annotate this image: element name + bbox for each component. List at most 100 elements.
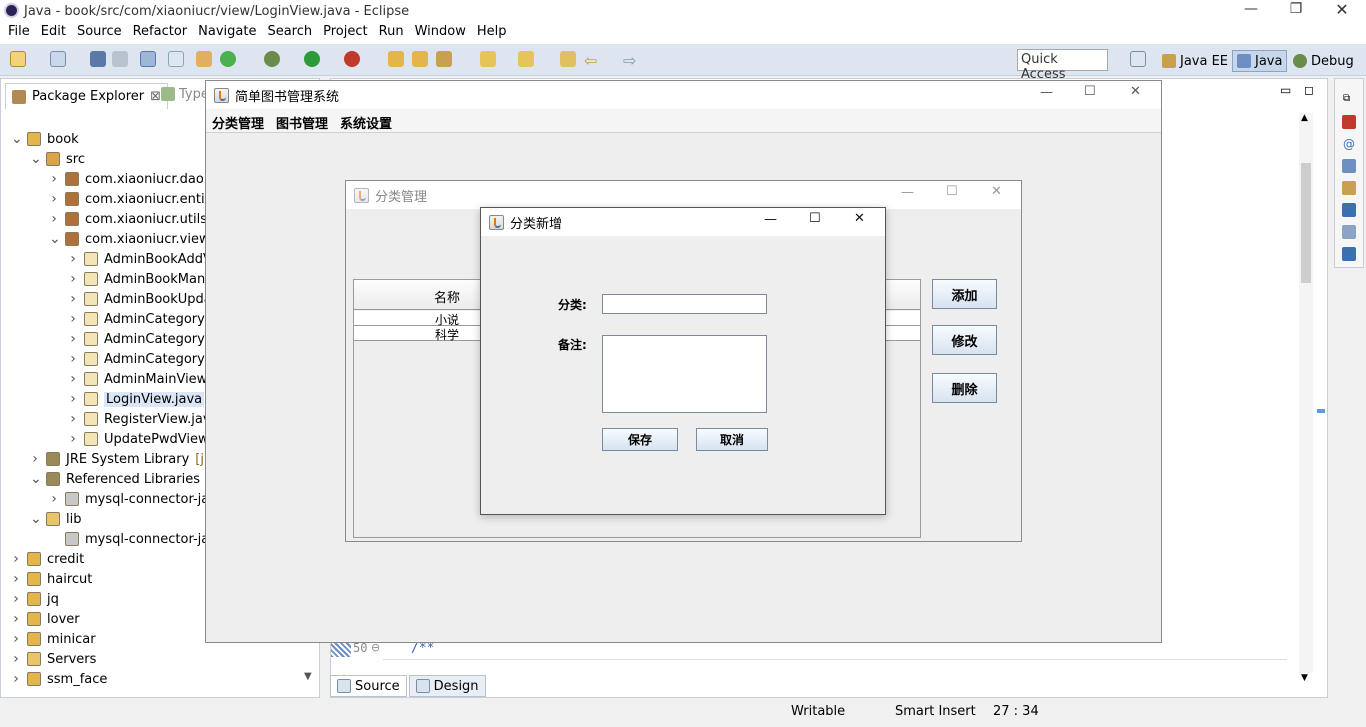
tree-item[interactable]: › AdminCategoryM	[68, 329, 216, 349]
menu-file[interactable]: File	[4, 22, 37, 44]
restore-icon[interactable]: ❐	[1281, 1, 1311, 17]
debug-icon[interactable]	[264, 51, 280, 67]
tree-item[interactable]: › UpdatePwdView.j	[68, 429, 215, 449]
problems-icon[interactable]	[1342, 115, 1356, 129]
menu-edit[interactable]: Edit	[37, 22, 73, 44]
tree-item[interactable]: › AdminBookUpda	[68, 289, 212, 309]
tree-item[interactable]: ⌄ book	[11, 129, 79, 149]
scroll-down-icon[interactable]: ▼	[304, 671, 312, 682]
category-input[interactable]	[602, 294, 767, 314]
edit-button[interactable]: 修改	[932, 325, 997, 355]
chevron-right-icon[interactable]: ›	[68, 371, 78, 387]
chevron-right-icon[interactable]: ›	[11, 611, 21, 627]
tree-item[interactable]: ⌄ com.xiaoniucr.view	[49, 229, 210, 249]
add-button[interactable]: 添加	[932, 279, 997, 309]
next-annotation-icon[interactable]	[480, 51, 496, 67]
maximize-view-icon[interactable]: ◻	[1304, 83, 1314, 97]
add-category-dialog[interactable]: 分类新增 — ☐ ✕ 分类: 备注: 保存 取消	[480, 207, 886, 515]
chevron-right-icon[interactable]: ›	[49, 191, 59, 207]
horizontal-scrollbar[interactable]	[383, 659, 1287, 673]
chevron-right-icon[interactable]: ›	[68, 271, 78, 287]
open-type-icon[interactable]	[388, 51, 404, 67]
tree-item[interactable]: › com.xiaoniucr.utils	[49, 209, 207, 229]
tree-item[interactable]: › AdminMainView.j	[68, 369, 214, 389]
tree-item[interactable]: ›JRE System Library[jre1	[30, 449, 225, 469]
terminal-icon[interactable]	[140, 51, 156, 67]
menu-category-management[interactable]: 分类管理	[212, 113, 264, 132]
chevron-right-icon[interactable]: ›	[49, 211, 59, 227]
minimize-view-icon[interactable]: ▭	[1280, 83, 1291, 97]
minimize-icon[interactable]: —	[901, 185, 914, 200]
search-view-icon[interactable]	[1342, 181, 1356, 195]
refresh-icon[interactable]	[220, 51, 236, 67]
quick-access-input[interactable]: Quick Access	[1017, 49, 1108, 82]
open-folder-icon[interactable]	[412, 51, 428, 67]
chevron-right-icon[interactable]: ›	[68, 391, 78, 407]
menu-search[interactable]: Search	[263, 22, 319, 44]
perspective-debug[interactable]: Debug	[1289, 50, 1358, 72]
chevron-right-icon[interactable]: ›	[68, 431, 78, 447]
tree-item[interactable]: ⌄ lib	[30, 509, 81, 529]
cancel-button[interactable]: 取消	[696, 428, 768, 451]
close-icon[interactable]: ✕	[854, 211, 865, 226]
tree-item[interactable]: › LoginView.java	[68, 389, 205, 409]
main-window-titlebar[interactable]: 简单图书管理系统 — ☐ ✕	[206, 81, 1161, 109]
tree-item[interactable]: › AdminCategoryU	[68, 349, 214, 369]
minimize-icon[interactable]: —	[764, 212, 777, 227]
javadoc-icon[interactable]: @	[1343, 137, 1355, 151]
category-window-titlebar[interactable]: 分类管理 — ☐ ✕	[346, 181, 1021, 209]
save-all-icon[interactable]	[112, 51, 128, 67]
scroll-up-icon[interactable]: ▲	[1301, 113, 1308, 123]
overview-marker[interactable]	[1317, 409, 1325, 413]
tree-item[interactable]: › AdminBookMana	[68, 269, 213, 289]
tree-item[interactable]: ⌄ Referenced Libraries	[30, 469, 200, 489]
restore-view-icon[interactable]: ⧉	[1343, 93, 1350, 104]
tree-item[interactable]: › credit	[11, 549, 84, 569]
save-icon[interactable]	[90, 51, 106, 67]
chevron-right-icon[interactable]: ›	[68, 331, 78, 347]
chevron-right-icon[interactable]: ›	[49, 171, 59, 187]
chevron-right-icon[interactable]: ›	[11, 671, 21, 687]
tree-item[interactable]: › minicar	[11, 629, 95, 649]
back-icon[interactable]: ⇦	[584, 51, 597, 70]
forward-icon[interactable]: ⇨	[623, 51, 636, 70]
maximize-icon[interactable]: ☐	[946, 184, 958, 199]
editor-scrollbar[interactable]: ▲ ▼	[1299, 113, 1313, 683]
package-icon[interactable]	[196, 51, 212, 67]
perspective-java-ee[interactable]: Java EE	[1158, 50, 1232, 72]
delete-button[interactable]: 删除	[932, 373, 997, 403]
chevron-right-icon[interactable]: ›	[68, 351, 78, 367]
chevron-right-icon[interactable]: ›	[11, 551, 21, 567]
previous-annotation-icon[interactable]	[518, 51, 534, 67]
console-icon[interactable]	[1342, 203, 1356, 217]
close-icon[interactable]: ✕	[1130, 84, 1141, 99]
chevron-right-icon[interactable]: ›	[68, 291, 78, 307]
chevron-right-icon[interactable]: ›	[68, 311, 78, 327]
last-edit-icon[interactable]	[560, 51, 576, 67]
tree-item[interactable]: › AdminCategoryA	[68, 309, 214, 329]
chevron-down-icon[interactable]: ⌄	[30, 151, 42, 167]
chevron-right-icon[interactable]: ›	[11, 591, 21, 607]
tree-item[interactable]: › com.xiaoniucr.dao	[49, 169, 204, 189]
minimize-icon[interactable]: —	[1236, 1, 1266, 17]
chevron-down-icon[interactable]: ⌄	[30, 511, 42, 527]
new-icon[interactable]	[10, 51, 26, 67]
outline-icon[interactable]	[1342, 225, 1356, 239]
menu-book-management[interactable]: 图书管理	[276, 113, 328, 132]
tree-item[interactable]: › lover	[11, 609, 79, 629]
tab-source[interactable]: Source	[330, 675, 407, 697]
tree-item[interactable]: mysql-connector-jav	[49, 529, 217, 549]
chevron-right-icon[interactable]: ›	[11, 651, 21, 667]
declaration-icon[interactable]	[1342, 159, 1356, 173]
skip-breakpoints-icon[interactable]	[168, 51, 184, 67]
close-icon[interactable]: ✕	[991, 184, 1002, 199]
maximize-icon[interactable]: ☐	[809, 211, 821, 226]
new-project-icon[interactable]	[50, 51, 66, 67]
chevron-right-icon[interactable]: ›	[68, 411, 78, 427]
tree-item[interactable]: › Servers	[11, 649, 96, 669]
column-header-name[interactable]: 名称	[434, 287, 460, 306]
code-comment[interactable]: /**	[411, 641, 434, 656]
tree-item[interactable]: › jq	[11, 589, 59, 609]
scroll-down-icon[interactable]: ▼	[1301, 673, 1308, 683]
tree-item[interactable]: ⌄ src	[30, 149, 85, 169]
